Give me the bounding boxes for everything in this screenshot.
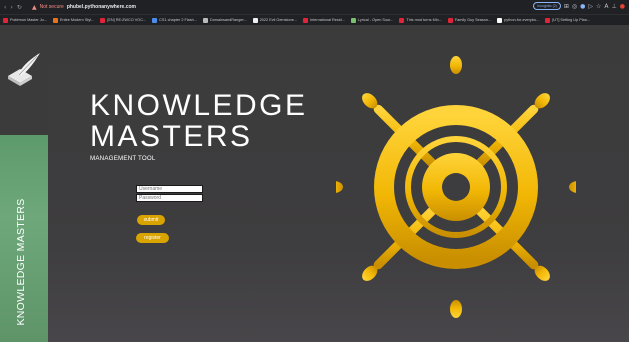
bookmark-favicon-icon [152, 17, 158, 23]
back-icon[interactable]: ‹ [4, 4, 6, 11]
bookmark-label: 2022 Evil Gemstone... [259, 18, 298, 22]
grid-icon[interactable]: ⊞ [564, 3, 569, 10]
address-bar[interactable]: ▲ Not secure phubel.pythonanywhere.com [32, 4, 136, 11]
nav-buttons: ‹ › ↻ [0, 4, 26, 11]
bookmark-item[interactable]: Lyrical - Open Sour... [348, 17, 397, 23]
bookmark-item[interactable]: CS1 chapter 2 Flash... [149, 17, 200, 23]
ship-wheel-icon [336, 56, 576, 318]
sidebar: KNOWLEDGE MASTERS [0, 25, 48, 342]
warning-icon: ▲ [32, 3, 37, 11]
bookmark-label: Lyrical - Open Sour... [357, 18, 394, 22]
browser-toolbar: ‹ › ↻ ▲ Not secure phubel.pythonanywhere… [0, 0, 629, 14]
bookmark-label: [EN] RE:ZWCO VOC... [107, 18, 147, 22]
bookmark-item[interactable]: Pokémon Master Ju... [0, 17, 50, 23]
page-subtitle: MANAGEMENT TOOL [90, 155, 156, 162]
username-input[interactable] [136, 185, 203, 193]
extension-icon[interactable]: ● [580, 3, 585, 10]
bookmark-label: CS1 chapter 2 Flash... [159, 18, 197, 22]
cast-icon[interactable]: ▷ [588, 3, 593, 10]
browser-controls: Incognito (2) ⊞ ◎ ● ▷ ☆ A ⊥ ● [533, 2, 625, 10]
security-label: Not secure [39, 4, 64, 10]
bookmark-favicon-icon [3, 17, 8, 23]
incognito-badge[interactable]: Incognito (2) [533, 2, 561, 10]
submit-button[interactable]: submit [137, 215, 165, 225]
bookmark-label: International Resid... [310, 18, 345, 22]
bookmark-item[interactable]: Entire Modern Styl... [50, 17, 97, 23]
bookmark-label: Pokémon Master Ju... [10, 18, 47, 22]
bookmark-favicon-icon [202, 17, 208, 23]
bookmark-label: Entire Modern Styl... [59, 18, 95, 22]
bookmark-item[interactable]: [EN] RE:ZWCO VOC... [97, 17, 149, 23]
bookmark-item[interactable]: python-for-everybo... [494, 17, 542, 23]
bookmark-favicon-icon [100, 17, 106, 23]
bookmark-item[interactable]: International Resid... [300, 17, 348, 23]
bookmark-label: This mod turns Min... [406, 18, 442, 22]
bookmark-item[interactable]: This mod turns Min... [396, 17, 444, 23]
bookmark-favicon-icon [545, 17, 551, 23]
bookmark-label: Family Guy Season... [454, 18, 492, 22]
bookmark-favicon-icon [497, 17, 503, 23]
password-input[interactable] [136, 194, 203, 202]
bookmark-item[interactable]: [UT] Setting Up Plan... [542, 17, 593, 23]
bookmark-favicon-icon [52, 17, 58, 23]
bookmark-favicon-icon [447, 17, 453, 23]
download-icon[interactable]: ⊥ [612, 3, 617, 10]
bookmark-label: python-for-everybo... [504, 18, 540, 22]
star-icon[interactable]: ☆ [596, 3, 601, 10]
sidebar-vertical-label: KNOWLEDGE MASTERS [15, 198, 27, 326]
page-content: KNOWLEDGE MASTERS KNOWLEDGE MASTERS MANA… [0, 25, 629, 342]
forward-icon[interactable]: › [10, 4, 12, 11]
feather-book-icon [8, 53, 40, 86]
bookmark-label: [UT] Setting Up Plan... [552, 18, 590, 22]
bookmark-favicon-icon [252, 17, 258, 23]
bookmarks-bar: Pokémon Master Ju... Entire Modern Styl..… [0, 14, 629, 25]
lens-icon[interactable]: ◎ [572, 3, 577, 10]
bookmark-item[interactable]: 2022 Evil Gemstone... [250, 17, 300, 23]
reload-icon[interactable]: ↻ [17, 4, 22, 11]
bookmark-favicon-icon [303, 17, 309, 23]
bookmark-favicon-icon [350, 17, 356, 23]
bookmark-item[interactable]: Family Guy Season... [445, 17, 494, 23]
text-icon[interactable]: A [604, 3, 608, 10]
bookmark-item[interactable]: DomainsandRanger... [200, 17, 250, 23]
register-button[interactable]: register [136, 233, 169, 243]
bookmark-favicon-icon [399, 17, 405, 23]
url-text: phubel.pythonanywhere.com [66, 4, 136, 10]
record-icon[interactable]: ● [620, 3, 625, 10]
page-title-line2: MASTERS [90, 120, 253, 153]
page-title-line1: KNOWLEDGE [90, 89, 308, 122]
bookmark-label: DomainsandRanger... [209, 18, 247, 22]
